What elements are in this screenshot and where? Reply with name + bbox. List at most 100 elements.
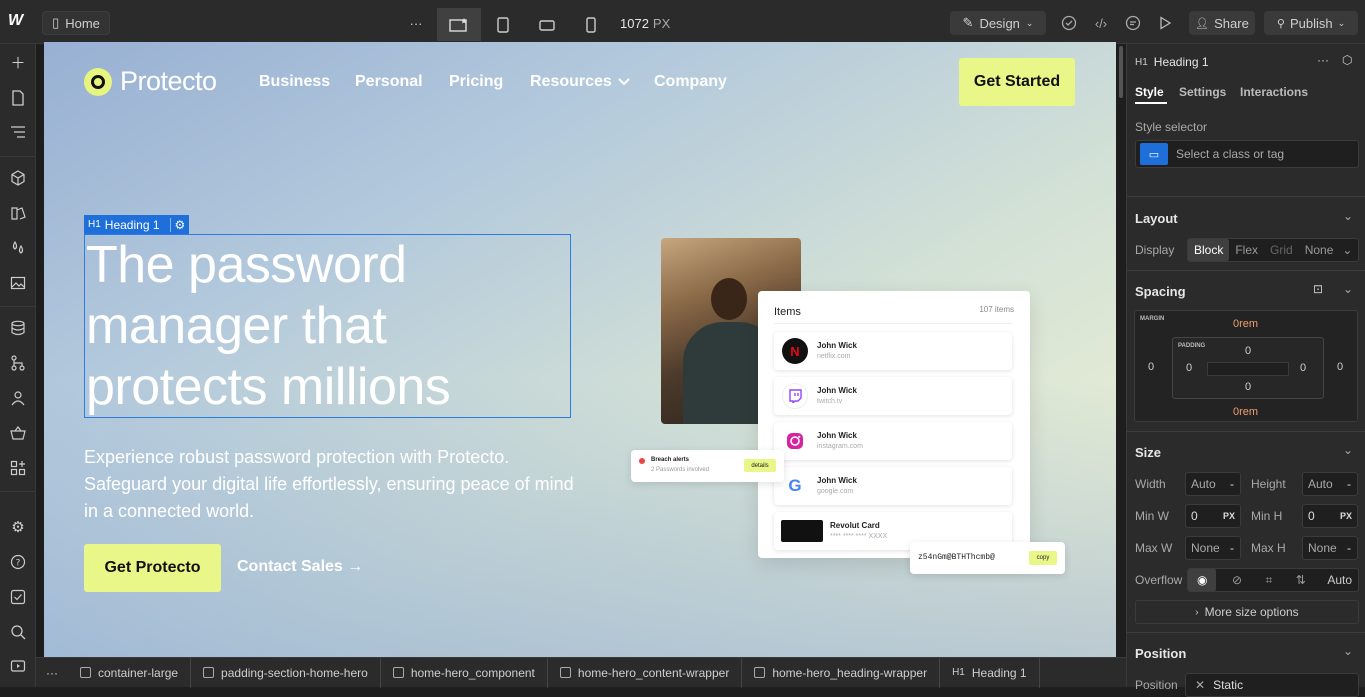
help-icon[interactable]: ? xyxy=(8,552,28,572)
padding-left-value[interactable]: 0 xyxy=(1186,362,1192,374)
min-height-input[interactable]: 0 PX xyxy=(1302,504,1358,528)
selection-label[interactable]: H1 Heading 1 ⚙ xyxy=(84,215,190,234)
tab-interactions[interactable]: Interactions xyxy=(1240,85,1308,99)
nav-link-personal[interactable]: Personal xyxy=(355,73,423,91)
nav-link-pricing[interactable]: Pricing xyxy=(449,73,503,91)
logic-flow-icon[interactable] xyxy=(8,353,28,373)
spacing-section-title[interactable]: Spacing xyxy=(1135,284,1186,299)
apps-grid-icon[interactable] xyxy=(8,458,28,478)
ecommerce-basket-icon[interactable] xyxy=(8,423,28,443)
get-protecto-button[interactable]: Get Protecto xyxy=(84,544,221,592)
contact-sales-link[interactable]: Contact Sales → xyxy=(237,558,363,576)
spacing-preset-icon[interactable]: ⊡ xyxy=(1313,282,1323,296)
canvas-scrollbar[interactable] xyxy=(1117,44,1125,657)
overflow-visible-eye-icon[interactable]: ◉ xyxy=(1188,569,1217,591)
share-button[interactable]: 👤︎ Share xyxy=(1189,11,1255,35)
min-height-unit[interactable]: PX xyxy=(1340,511,1352,521)
margin-right-value[interactable]: 0 xyxy=(1337,361,1343,373)
more-options-button[interactable]: ··· xyxy=(404,14,428,32)
breadcrumb-item[interactable]: home-hero_content-wrapper xyxy=(548,657,743,688)
design-mode-button[interactable]: ✎ Design ⌄ xyxy=(950,11,1046,35)
settings-gear-icon[interactable]: ⚙ xyxy=(8,517,28,537)
max-width-input[interactable]: None - xyxy=(1185,536,1241,560)
tablet-breakpoint-icon[interactable] xyxy=(481,8,525,41)
max-height-input[interactable]: None - xyxy=(1302,536,1358,560)
chevron-down-icon[interactable]: ⌄ xyxy=(1343,282,1353,296)
preview-play-icon[interactable] xyxy=(1155,13,1175,33)
min-width-input[interactable]: 0 PX xyxy=(1185,504,1241,528)
breadcrumb-item[interactable]: home-hero_heading-wrapper xyxy=(742,657,941,688)
site-brand[interactable]: Protecto xyxy=(84,66,217,97)
add-elements-icon[interactable]: ＋ xyxy=(8,52,28,72)
components-icon[interactable] xyxy=(8,168,28,188)
element-settings-gear-icon[interactable]: ⚙ xyxy=(169,217,185,232)
size-section-title[interactable]: Size xyxy=(1135,445,1161,460)
width-input[interactable]: Auto - xyxy=(1185,472,1241,496)
overflow-hidden-icon[interactable]: ⊘ xyxy=(1224,569,1250,591)
display-segmented-control[interactable]: Block Flex Grid None ⌄ xyxy=(1187,238,1359,262)
chevron-down-icon[interactable]: ⌄ xyxy=(1343,644,1353,658)
height-input[interactable]: Auto - xyxy=(1302,472,1358,496)
overflow-scroll-icon[interactable]: ⌗ xyxy=(1258,569,1281,591)
padding-box[interactable]: PADDING 0 0 0 0 xyxy=(1172,337,1324,399)
component-icon[interactable]: ⬡ xyxy=(1342,53,1352,67)
chevron-down-icon[interactable]: ⌄ xyxy=(1343,443,1353,457)
display-block-option[interactable]: Block xyxy=(1188,239,1230,261)
navigator-icon[interactable] xyxy=(8,122,28,142)
desktop-breakpoint-icon[interactable] xyxy=(437,8,481,41)
display-none-option[interactable]: None xyxy=(1299,239,1340,261)
margin-left-value[interactable]: 0 xyxy=(1148,361,1154,373)
nav-link-company[interactable]: Company xyxy=(654,73,727,91)
overflow-clip-icon[interactable]: ⇅ xyxy=(1288,569,1314,591)
display-grid-option[interactable]: Grid xyxy=(1264,239,1299,261)
audit-check-icon[interactable] xyxy=(1059,13,1079,33)
users-icon[interactable] xyxy=(8,388,28,408)
style-manager-icon[interactable] xyxy=(8,203,28,223)
breadcrumb-item[interactable]: home-hero_component xyxy=(381,657,548,688)
search-icon[interactable] xyxy=(8,622,28,642)
chevron-down-icon[interactable]: ⌄ xyxy=(1343,209,1353,223)
code-icon[interactable]: ‹/› xyxy=(1091,13,1111,33)
tasks-check-icon[interactable] xyxy=(8,587,28,607)
min-width-unit[interactable]: PX xyxy=(1223,511,1235,521)
padding-right-value[interactable]: 0 xyxy=(1300,362,1306,374)
cms-database-icon[interactable] xyxy=(8,318,28,338)
margin-bottom-value[interactable]: 0rem xyxy=(1233,406,1258,418)
position-select[interactable]: ✕ Static xyxy=(1185,673,1359,697)
breadcrumb-item-current[interactable]: H1 Heading 1 xyxy=(940,657,1040,688)
display-flex-option[interactable]: Flex xyxy=(1229,239,1264,261)
webflow-logo-icon[interactable]: W xyxy=(8,12,28,32)
padding-bottom-value[interactable]: 0 xyxy=(1245,381,1251,393)
page-selector-button[interactable]: ▯ Home xyxy=(42,11,110,35)
breadcrumb-item[interactable]: container-large xyxy=(68,657,192,688)
position-section-title[interactable]: Position xyxy=(1135,646,1186,661)
scrollbar-thumb[interactable] xyxy=(1119,46,1123,98)
nav-link-resources[interactable]: Resources xyxy=(530,73,630,91)
more-size-options-button[interactable]: › More size options xyxy=(1135,600,1359,624)
mobile-breakpoint-icon[interactable] xyxy=(569,8,613,41)
overflow-segmented-control[interactable]: ◉ ⊘ ⌗ ⇅ Auto xyxy=(1187,568,1359,592)
margin-box[interactable]: MARGIN 0rem 0 0 0rem PADDING 0 0 0 0 xyxy=(1134,310,1358,422)
style-selector-input[interactable]: ▭ Select a class or tag xyxy=(1135,140,1359,168)
panel-more-button[interactable]: ··· xyxy=(1317,53,1329,67)
landscape-breakpoint-icon[interactable] xyxy=(525,8,569,41)
assets-image-icon[interactable] xyxy=(8,273,28,293)
get-started-button[interactable]: Get Started xyxy=(959,58,1075,106)
margin-top-value[interactable]: 0rem xyxy=(1233,318,1258,330)
video-tutorials-icon[interactable] xyxy=(8,656,28,676)
tab-settings[interactable]: Settings xyxy=(1179,85,1226,99)
layout-section-title[interactable]: Layout xyxy=(1135,211,1178,226)
hero-heading[interactable]: The password manager that protects milli… xyxy=(84,234,571,418)
variables-drops-icon[interactable] xyxy=(8,238,28,258)
overflow-auto-option[interactable]: Auto xyxy=(1321,569,1358,591)
nav-link-business[interactable]: Business xyxy=(259,73,330,91)
comments-icon[interactable] xyxy=(1123,13,1143,33)
breadcrumb-more-button[interactable]: ··· xyxy=(36,666,68,680)
design-canvas[interactable]: Protecto Business Personal Pricing Resou… xyxy=(44,42,1116,657)
publish-button[interactable]: ⚲ Publish ⌄ xyxy=(1264,11,1358,35)
pages-icon[interactable] xyxy=(8,88,28,108)
breadcrumb-item[interactable]: padding-section-home-hero xyxy=(191,657,381,688)
hero-subtext[interactable]: Experience robust password protection wi… xyxy=(84,444,574,525)
chevron-down-icon[interactable]: ⌄ xyxy=(1339,239,1355,261)
tab-style[interactable]: Style xyxy=(1135,85,1164,99)
